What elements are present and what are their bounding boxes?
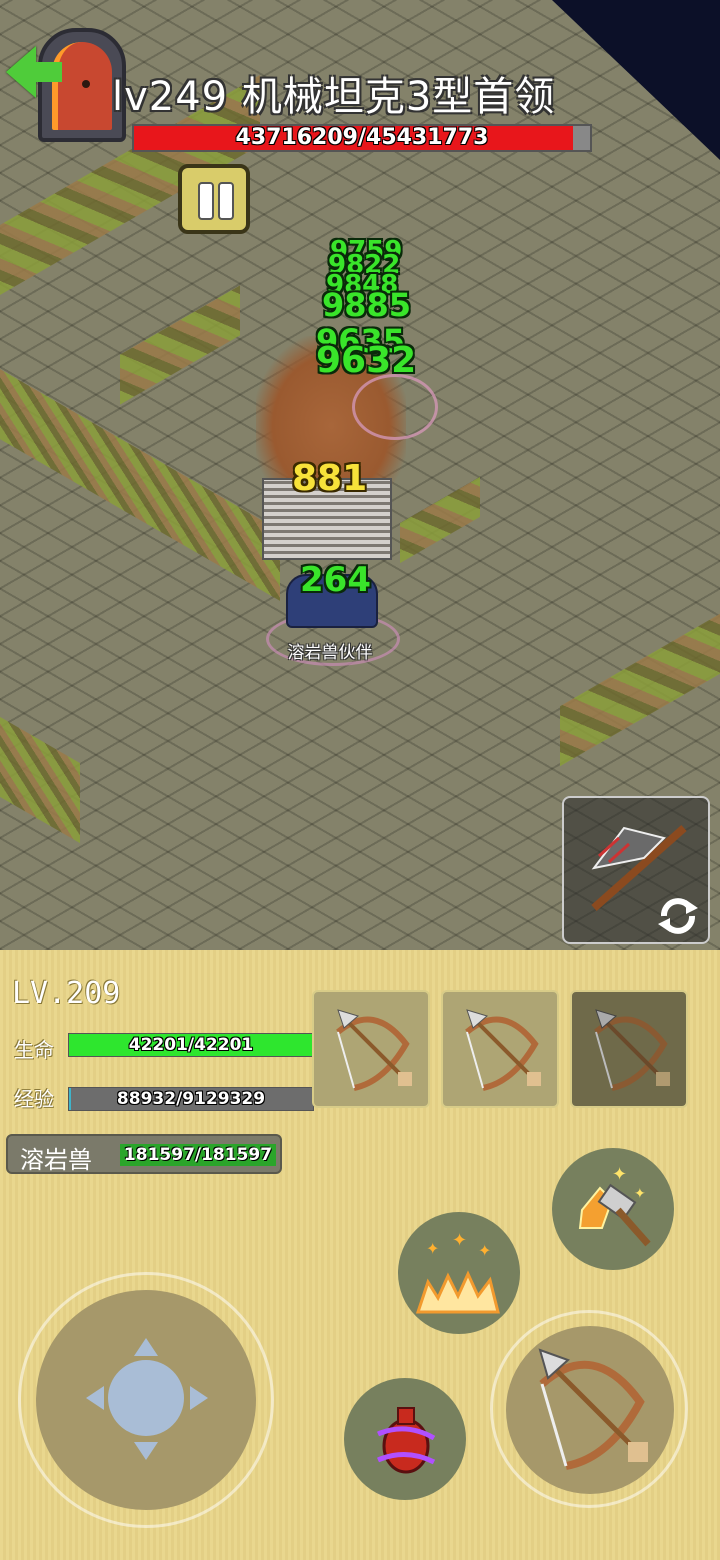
damage-number: 264 [300,560,371,600]
arrow-right-icon [190,1386,208,1410]
arrow-left-icon [86,1386,104,1410]
pet-hp-text: 181597/181597 [123,1145,273,1165]
moss-tile [400,476,480,564]
moss-tile [560,613,720,767]
damage-number: 9885 [322,286,412,324]
svg-text:✦: ✦ [426,1239,439,1258]
hp-label: 生命 [14,1038,54,1062]
bow-icon [465,1009,541,1091]
weapon-switch-button[interactable] [562,796,710,944]
fire-burst-icon: ✦ ✦ ✦ [415,1230,500,1314]
bow-icon [594,1009,670,1091]
player-level: LV.209 [12,976,121,1011]
pet-hp-bar: 181597/181597 [120,1144,276,1166]
player-exp-text: 88932/9129329 [116,1089,266,1109]
arrow-down-icon [134,1442,158,1460]
bow-icon [538,1348,648,1470]
boss-hp-text: 43716209/45431773 [235,125,489,150]
target-ring [352,374,438,440]
player-exp-bar: 88932/9129329 [68,1087,314,1111]
player-hp-text: 42201/42201 [128,1035,254,1055]
skill-hammer-button[interactable]: ✦ ✦ [552,1148,674,1270]
damage-number: 881 [292,458,368,499]
moss-tile [120,285,240,405]
game-viewport: lv249 机械坦克3型首领 43716209/45431773 9759 98… [0,0,720,950]
weapon-slot-3[interactable] [570,990,688,1108]
skill-potion-button[interactable] [344,1378,466,1500]
boss-title: lv249 机械坦克3型首领 [112,74,556,120]
arrow-up-icon [134,1338,158,1356]
hammer-icon: ✦ ✦ [578,1164,651,1247]
moss-tile [0,369,280,601]
potion-icon [377,1407,436,1474]
damage-number: 9632 [316,340,417,381]
svg-text:✦: ✦ [634,1186,646,1202]
svg-text:✦: ✦ [612,1164,627,1185]
moss-tile [0,716,80,844]
weapon-slot-2[interactable] [441,990,559,1108]
pause-icon [198,182,214,220]
joystick-knob[interactable] [108,1360,184,1436]
svg-text:✦: ✦ [452,1230,467,1251]
exp-label: 经验 [14,1087,54,1111]
pet-status: 溶岩兽 181597/181597 [6,1134,282,1174]
attack-button[interactable] [506,1326,674,1494]
weapon-slot-1[interactable] [312,990,430,1108]
bow-icon [336,1009,412,1091]
partner-label: 溶岩兽伙伴 [287,643,373,663]
svg-text:✦: ✦ [478,1241,491,1260]
pet-name: 溶岩兽 [20,1146,92,1174]
player-hp-bar: 42201/42201 [68,1033,314,1057]
refresh-icon [658,898,698,934]
boss-hp-bar: 43716209/45431773 [132,124,592,152]
pause-button[interactable] [178,164,250,234]
skill-burst-button[interactable]: ✦ ✦ ✦ [398,1212,520,1334]
